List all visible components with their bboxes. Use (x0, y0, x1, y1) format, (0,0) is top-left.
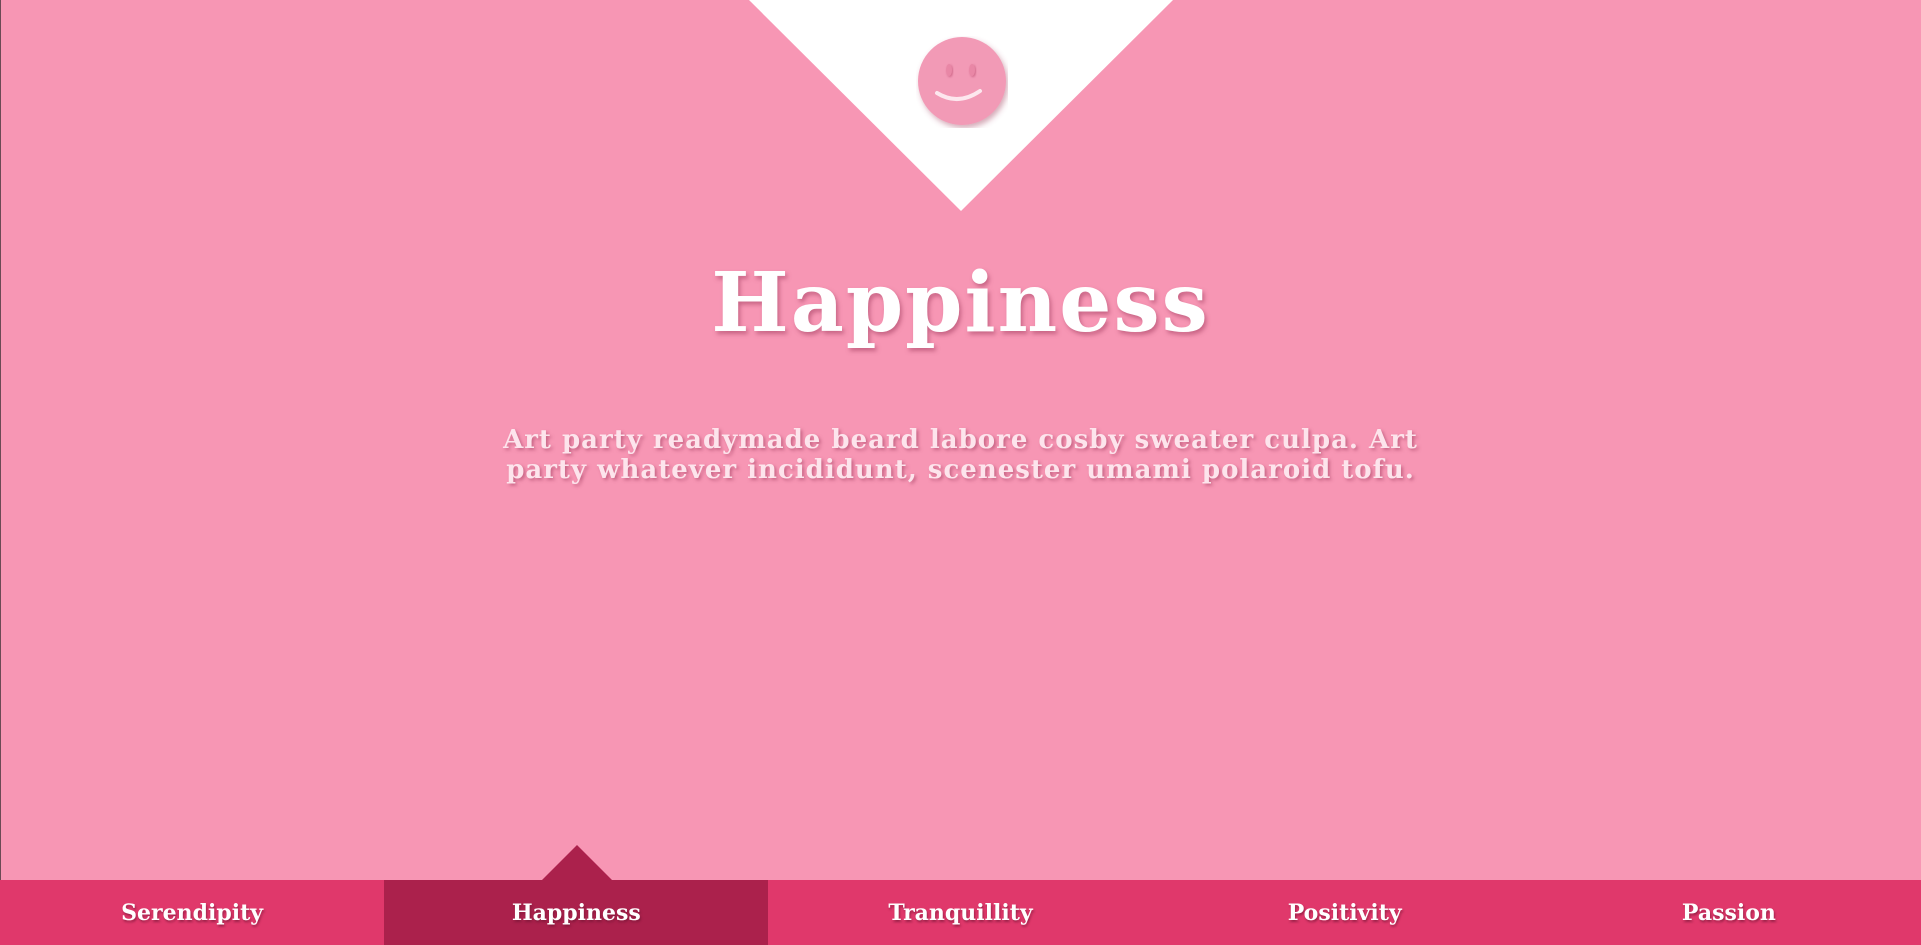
active-tab-pointer (541, 845, 613, 881)
nav-item-passion[interactable]: Passion (1537, 880, 1921, 945)
smiley-face-icon (918, 37, 1006, 125)
page: Happiness Art party readymade beard labo… (0, 0, 1921, 945)
nav-item-serendipity[interactable]: Serendipity (0, 880, 384, 945)
page-description: Art party readymade beard labore cosby s… (503, 425, 1418, 485)
bottom-navigation: Serendipity Happiness Tranquillity Posit… (0, 880, 1921, 945)
nav-item-tranquillity[interactable]: Tranquillity (768, 880, 1152, 945)
nav-item-happiness[interactable]: Happiness (384, 880, 769, 945)
page-title: Happiness (711, 255, 1210, 351)
nav-item-positivity[interactable]: Positivity (1153, 880, 1537, 945)
